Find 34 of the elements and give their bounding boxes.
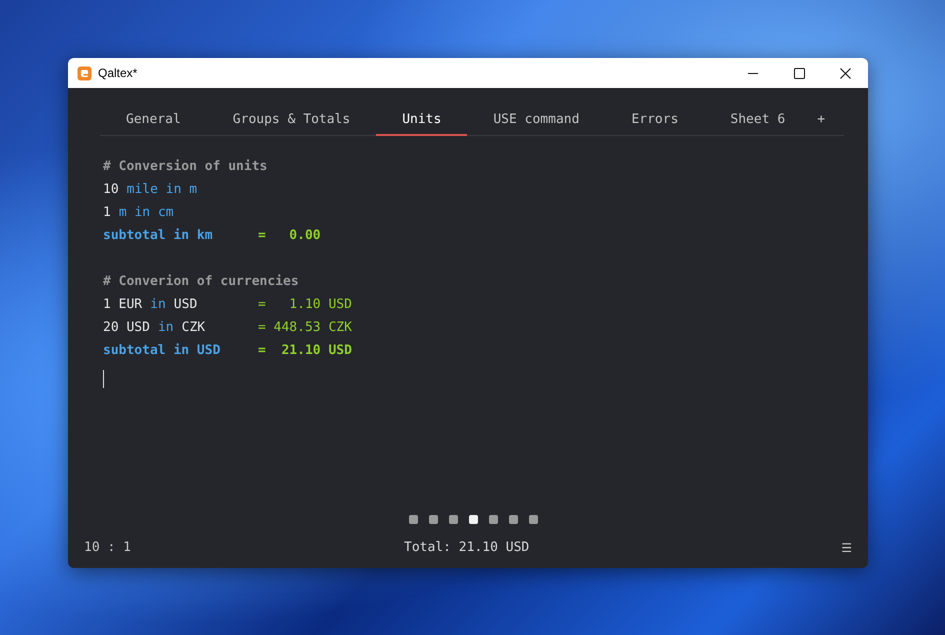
text-cursor	[103, 370, 104, 388]
unit-text: subtotal in km	[103, 226, 213, 245]
maximize-icon	[794, 68, 804, 78]
number-text: 1	[103, 204, 111, 222]
unit-text: in	[150, 296, 166, 314]
close-icon	[840, 68, 850, 78]
result-text: = 1.10 USD	[258, 296, 352, 314]
tab[interactable]: General	[100, 105, 207, 136]
unit-text: m in cm	[118, 204, 174, 222]
result-text: = 0.00	[258, 226, 321, 245]
comment-text: # Conversion of units	[103, 158, 268, 176]
comment-text: # Converion of currencies	[103, 272, 299, 291]
unit-text: mile in m	[126, 180, 198, 199]
menu-button[interactable]: ☰	[841, 539, 852, 557]
app-logo-icon	[77, 66, 92, 80]
number-text: 10	[103, 180, 119, 199]
tab[interactable]: Errors	[605, 105, 704, 136]
number-text: CZK	[182, 318, 206, 337]
result-text: = 448.53 CZK	[258, 318, 352, 337]
cursor-position: 10 : 1	[84, 539, 131, 558]
total-label: Total: 21.10 USD	[404, 539, 530, 558]
result-text: = 21.10 USD	[258, 342, 352, 360]
tab[interactable]: Sheet 6	[704, 105, 812, 136]
number-text: 1 EUR	[103, 296, 142, 314]
tab[interactable]: Units	[376, 105, 468, 136]
tab[interactable]: Groups & Totals	[206, 105, 376, 136]
unit-text: subtotal in USD	[103, 342, 220, 360]
minimize-icon	[748, 72, 758, 74]
tab[interactable]: +	[817, 105, 826, 136]
tab[interactable]: USE command	[467, 105, 606, 136]
unit-text: in	[158, 318, 174, 337]
number-text: 20 USD	[103, 318, 150, 337]
window-title: Qaltex*	[98, 65, 138, 82]
number-text: USD	[174, 296, 198, 314]
